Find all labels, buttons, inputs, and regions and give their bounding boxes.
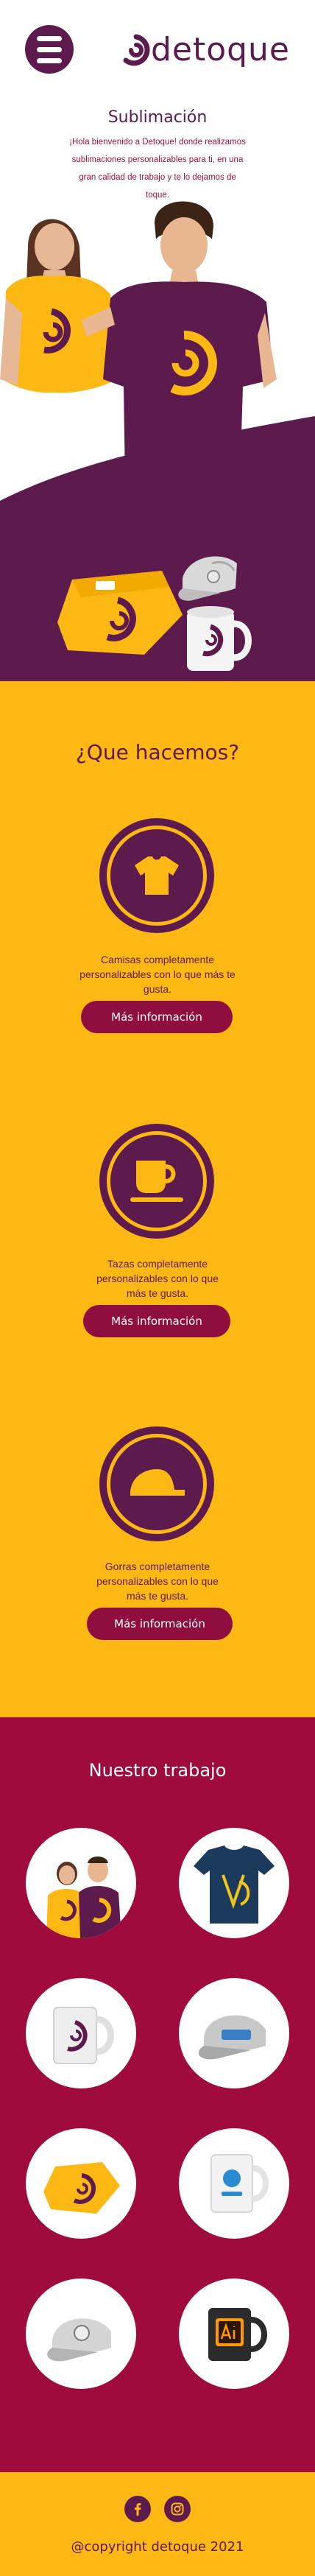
hero-description: ¡Hola bienvenido a Detoque! donde realiz… <box>69 138 246 200</box>
ai-logo-mug-photo <box>208 2308 267 2361</box>
service-icon-ring <box>107 826 207 926</box>
hero-title: Sublimación <box>107 108 208 127</box>
hamburger-menu-icon <box>37 35 62 41</box>
brand-name: detoque <box>150 31 290 68</box>
copyright-text: @copyright detoque 2021 <box>71 2539 244 2555</box>
d-swirl-logo-icon <box>123 34 150 66</box>
work-item[interactable] <box>179 1828 289 1938</box>
logo-cap-photo <box>47 2318 111 2362</box>
hero-section: Sublimación ¡Hola bienvenido a Detoque! … <box>0 99 315 681</box>
facebook-link[interactable] <box>124 2496 151 2522</box>
work-title: Nuestro trabajo <box>88 1760 227 1781</box>
tshirt-icon <box>135 856 179 895</box>
service-icon-ring <box>107 1434 207 1534</box>
blue-print-mug-photo <box>210 2154 269 2213</box>
service-icon-ring <box>107 1131 207 1231</box>
work-item[interactable] <box>179 2128 289 2239</box>
menu-button[interactable] <box>25 25 74 74</box>
header: detoque <box>0 0 315 99</box>
woman-model <box>0 219 116 393</box>
services-title: ¿Que hacemos? <box>75 740 240 764</box>
instagram-link[interactable] <box>164 2496 191 2522</box>
service-description: Tazas completamente personalizables con … <box>96 1258 219 1299</box>
more-info-button[interactable]: Más información <box>81 1001 233 1033</box>
cap-icon <box>130 1469 185 1496</box>
work-item[interactable] <box>26 1978 136 2088</box>
work-section: Nuestro trabajo <box>0 1717 315 2472</box>
service-description: Gorras completamente personalizables con… <box>96 1560 219 1602</box>
blue-tshirt-photo <box>194 1845 275 1924</box>
facebook-icon <box>135 2503 141 2516</box>
service-icon-circle <box>99 1124 214 1239</box>
footer: @copyright detoque 2021 <box>0 2472 315 2576</box>
models-tshirts-photo <box>46 1857 121 1938</box>
work-item[interactable] <box>179 2278 289 2389</box>
mug-icon <box>130 1161 183 1202</box>
menu-bar <box>37 57 62 63</box>
work-item[interactable] <box>26 1828 136 1938</box>
service-icon-circle <box>99 818 214 933</box>
service-description: Camisas completamente personalizables co… <box>79 954 236 995</box>
services-section: ¿Que hacemos? Camisas completamente pers… <box>0 681 315 1717</box>
more-info-button[interactable]: Más información <box>83 1305 230 1337</box>
folded-tshirt-photo <box>43 2162 120 2214</box>
service-icon-circle <box>99 1426 214 1541</box>
work-item[interactable] <box>26 2278 136 2389</box>
more-info-button[interactable]: Más información <box>87 1608 233 1640</box>
social-links <box>0 2496 315 2522</box>
work-item[interactable] <box>179 1978 289 2088</box>
work-item[interactable] <box>26 2128 136 2239</box>
white-mug-photo <box>53 2007 114 2064</box>
menu-bar <box>37 46 62 52</box>
instagram-icon <box>171 2502 184 2516</box>
grey-cap-photo <box>198 2015 266 2060</box>
brand-logo[interactable]: detoque <box>120 32 290 68</box>
